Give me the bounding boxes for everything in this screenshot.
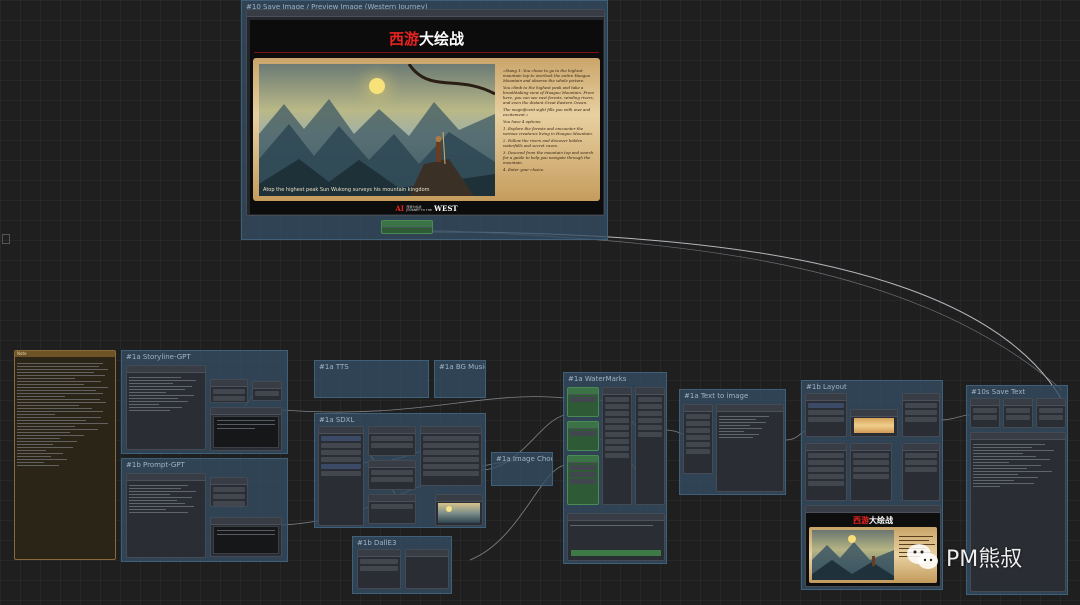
save-text-path-node[interactable] (970, 398, 1000, 428)
gpt-model-node[interactable] (252, 381, 282, 401)
sdxl-preview-node[interactable] (435, 494, 483, 526)
group-output-preview[interactable]: #10 Save Image / Preview Image (Western … (241, 0, 608, 240)
canvas-marker (2, 234, 10, 244)
t2i-text-node[interactable] (716, 404, 784, 492)
storyline-prompt-node[interactable] (126, 365, 206, 450)
watermark-image-node[interactable] (567, 387, 599, 417)
prompt-output-node[interactable] (210, 517, 282, 557)
group-title: #1a TTS (319, 363, 349, 371)
layout-image-node[interactable] (850, 443, 892, 501)
group-title: #1a Storyline-GPT (126, 353, 191, 361)
clip-negative-node[interactable] (368, 460, 416, 490)
wechat-icon (907, 544, 938, 569)
preview-logo: AI 西游大绘战 JOURNEY TO THE WEST (395, 204, 458, 213)
group-title: #1a BG Music (439, 363, 485, 371)
group-title: #1a Image Choose (496, 455, 552, 463)
watermark-blend-node[interactable] (635, 387, 665, 505)
scroll-thumbnail (854, 418, 894, 433)
brand-text: PM熊叔 (946, 547, 1023, 572)
group-bg-music[interactable]: #1a BG Music (434, 360, 486, 398)
empty-latent-node[interactable] (368, 494, 416, 524)
gpt-config-node[interactable] (210, 379, 248, 403)
dalle-output-node[interactable] (405, 549, 449, 589)
layout-text-node[interactable] (805, 443, 847, 501)
layout-merge-node[interactable] (902, 443, 940, 501)
story-text: «Stang 1: You chose to go to the highest… (503, 68, 594, 172)
sdxl-thumbnail (438, 503, 480, 523)
scroll-panel: Atop the highest peak Sun Wukong surveys… (253, 58, 600, 201)
layout-compose-node[interactable] (902, 393, 940, 437)
note-text (15, 359, 115, 470)
ksampler-node[interactable] (420, 426, 482, 486)
mountains-illustration (259, 64, 495, 196)
layout-preview-painting (812, 530, 894, 580)
group-sdxl[interactable]: #1a SDXL (314, 413, 486, 528)
layout-scroll-preview-node[interactable] (850, 409, 898, 437)
preview-painting: Atop the highest peak Sun Wukong surveys… (259, 64, 495, 196)
t2i-settings-node[interactable] (683, 404, 713, 474)
group-title: #1b Prompt-GPT (126, 461, 185, 469)
prompt-gpt-config-node[interactable] (210, 477, 248, 507)
group-storyline-gpt[interactable]: #1a Storyline-GPT (121, 350, 288, 454)
preview-title: 西游大绘战 (388, 30, 465, 48)
group-watermarks[interactable]: #1a WaterMarks (563, 372, 667, 564)
group-tts[interactable]: #1a TTS (314, 360, 429, 398)
checkpoint-loader-node[interactable] (318, 426, 364, 526)
group-title: #1a WaterMarks (568, 375, 627, 383)
group-image-choose[interactable]: #1a Image Choose (491, 452, 553, 486)
group-prompt-gpt[interactable]: #1b Prompt-GPT (121, 458, 288, 562)
group-text-to-image[interactable]: #1a Text to image (679, 389, 786, 495)
note-node[interactable]: Note (14, 350, 116, 560)
group-title: #1a Text to image (684, 392, 749, 400)
watermark-text-node[interactable] (567, 421, 599, 451)
save-text-format-node[interactable] (1003, 398, 1033, 428)
layout-preview-title: 西游大绘战 (853, 515, 893, 525)
layout-canvas-node[interactable] (805, 393, 847, 437)
prompt-template-node[interactable] (126, 473, 206, 558)
sun-icon (446, 506, 452, 512)
group-dalle3[interactable]: #1b DallE3 (352, 536, 452, 594)
watermark-pos-node[interactable] (567, 455, 599, 505)
storyline-output-node[interactable] (210, 407, 282, 451)
wechat-watermark: PM熊叔 (906, 540, 1022, 574)
dalle-config-node[interactable] (357, 549, 401, 589)
clip-encode-node[interactable] (368, 426, 416, 456)
output-selector-node[interactable] (381, 220, 433, 234)
watermark-params-node[interactable] (602, 387, 632, 505)
painting-caption: Atop the highest peak Sun Wukong surveys… (263, 187, 430, 193)
preview-image-node[interactable]: 西游大绘战 Atop the highest peak Sun Wukong s… (246, 9, 605, 216)
watermark-output-node[interactable] (567, 513, 665, 561)
preview-image: 西游大绘战 Atop the highest peak Sun Wukong s… (250, 20, 603, 214)
save-text-name-node[interactable] (1036, 398, 1066, 428)
